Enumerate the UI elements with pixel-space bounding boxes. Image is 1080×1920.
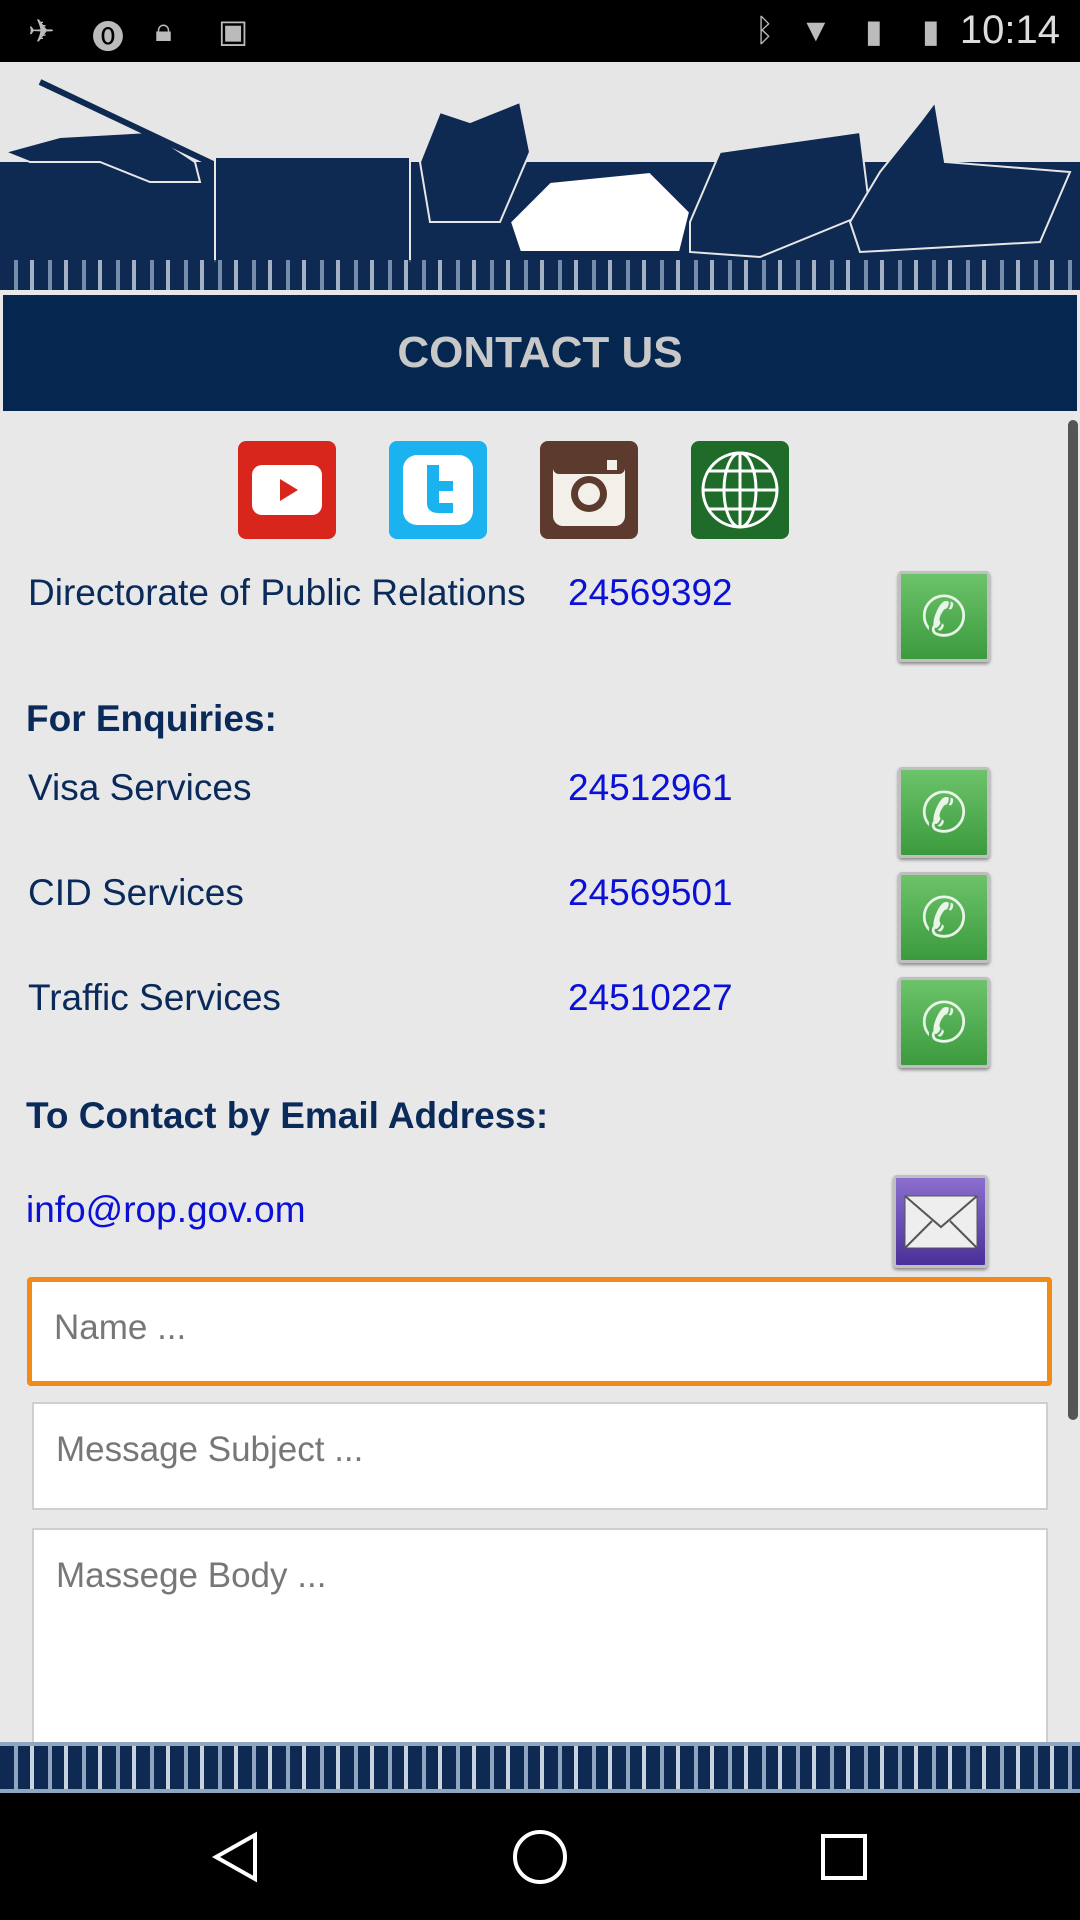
name-input[interactable]: Name ... [27,1277,1052,1386]
call-traffic-button[interactable]: ✆ [898,977,990,1068]
directorate-number[interactable]: 24569392 [568,572,733,614]
footer-pattern [0,1742,1080,1793]
youtube-button[interactable] [238,441,336,539]
home-icon[interactable] [512,1829,568,1885]
subject-input[interactable]: Message Subject ... [32,1402,1048,1510]
no-sim-icon: ▮ [865,13,883,49]
page-title: CONTACT US [3,295,1077,411]
globe-icon [701,451,779,529]
fake-gps-icon: ✈ [28,13,55,49]
recents-icon[interactable] [820,1833,868,1881]
visa-label: Visa Services [28,767,252,808]
phone-icon: ✆ [920,584,968,648]
back-icon[interactable] [210,1831,260,1883]
cid-number[interactable]: 24569501 [568,872,733,914]
instagram-icon [553,454,625,526]
android-icon: ▣ [218,13,249,49]
vehicles-illustration [1,79,1072,262]
lock-icon: 🔒︎ [155,12,173,48]
email-title: To Contact by Email Address: [26,1095,549,1136]
wifi-icon: ▼ [800,12,832,48]
enquiries-title: For Enquiries: [26,698,277,739]
directorate-label: Directorate of Public Relations [28,572,526,613]
twitter-icon [403,455,473,525]
phone-icon: ✆ [920,990,968,1054]
status-bar: ✈ ⓿ 🔒︎ ▣ ᛒ ▼ ▮ ▮ 10:14 [0,0,1080,62]
phone-icon: ✆ [920,885,968,949]
bluetooth-icon: ᛒ [755,12,775,48]
youtube-icon [252,465,322,515]
phone-icon: ✆ [920,780,968,844]
twitter-button[interactable] [389,441,487,539]
send-email-button[interactable] [893,1175,988,1268]
instagram-button[interactable] [540,441,638,539]
call-cid-button[interactable]: ✆ [898,872,990,963]
call-directorate-button[interactable]: ✆ [898,571,990,662]
clock: 10:14 [959,8,1060,52]
call-visa-button[interactable]: ✆ [898,767,990,858]
battery-charging-icon: ▮ [922,13,940,49]
alarm-icon: ⓿ [92,19,125,55]
traffic-number[interactable]: 24510227 [568,977,733,1019]
navigation-bar [0,1793,1080,1920]
traffic-label: Traffic Services [28,977,281,1018]
body-textarea[interactable]: Massege Body ... [32,1528,1048,1758]
website-button[interactable] [691,441,789,539]
banner-image [0,62,1080,290]
visa-number[interactable]: 24512961 [568,767,733,809]
scrollbar[interactable] [1068,420,1078,1420]
email-address[interactable]: info@rop.gov.om [26,1189,306,1231]
cid-label: CID Services [28,872,244,913]
envelope-icon [903,1194,978,1249]
